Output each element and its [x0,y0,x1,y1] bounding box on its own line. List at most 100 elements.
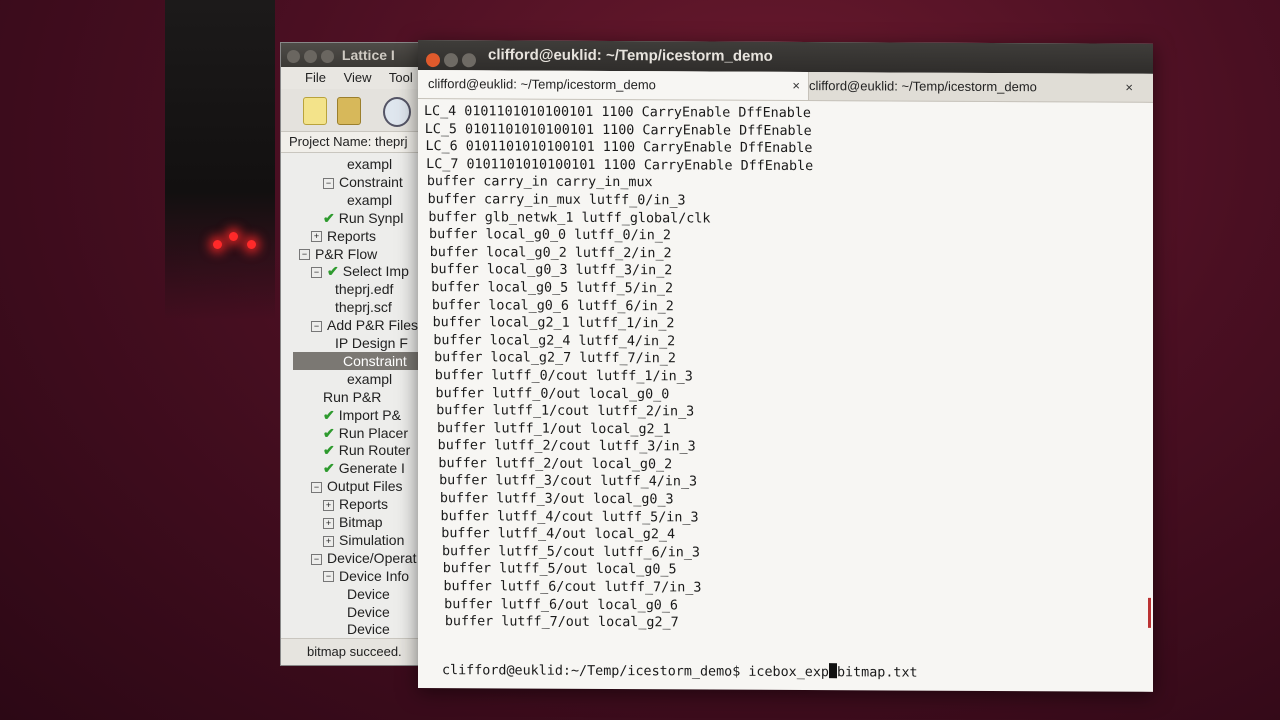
close-icon[interactable] [426,53,440,68]
tree-item-label: Simulation [339,531,405,548]
tree-item-label: Run Synpl [338,209,404,226]
terminal-line: buffer lutff_7/out local_g2_7 [444,614,679,631]
collapse-icon[interactable]: − [311,320,322,332]
tree-item[interactable]: ✔ Import P& [323,406,401,424]
terminal-titlebar: clifford@euklid: ~/Temp/icestorm_demo [418,40,1153,74]
tree-item-label: exampl [347,370,393,387]
terminal-tab-1[interactable]: clifford@euklid: ~/Temp/icestorm_demo × [418,70,809,101]
tree-item[interactable]: + Simulation [323,531,404,549]
tree-item[interactable]: ✔ Run Router [323,441,410,459]
menu-file[interactable]: File [305,70,326,85]
expand-icon[interactable]: + [323,517,334,529]
tree-item-label: Import P& [338,406,401,423]
tree-item[interactable]: − Constraint [323,173,403,191]
tree-item-label: Device [347,603,390,620]
tree-item[interactable]: + Reports [311,227,376,245]
tree-item[interactable]: Run P&R [323,388,381,406]
tree-item-label: Output Files [327,478,403,495]
checkmark-icon: ✔ [323,406,335,423]
tree-item[interactable]: − Device Info [323,567,409,585]
tree-item-label: Run Router [338,442,411,459]
tree-item-label: Generate I [338,460,405,477]
tree-item[interactable]: exampl [347,370,392,388]
collapse-icon[interactable]: − [323,177,334,189]
terminal-tab-2[interactable]: clifford@euklid: ~/Temp/icestorm_demo × [799,72,1141,102]
collapse-icon[interactable]: − [323,571,334,583]
tree-item-label: theprj.scf [335,299,392,316]
checkmark-icon: ✔ [323,209,335,226]
led-icon [213,240,222,249]
tree-item-label: Constraint [339,173,403,190]
terminal-prompt-line[interactable]: clifford@euklid:~/Temp/icestorm_demo$ ic… [442,661,918,680]
tree-item-label: Reports [339,496,389,513]
collapse-icon[interactable]: − [311,481,322,493]
tree-item[interactable]: IP Design F [335,334,408,352]
tree-item-label: Device Info [339,567,410,584]
expand-icon[interactable]: + [323,535,334,547]
new-file-icon[interactable] [303,97,327,125]
command-text-rest: bitmap.txt [836,665,918,681]
tree-item-label: P&R Flow [315,245,378,262]
collapse-icon[interactable]: − [311,267,322,279]
tree-item-label: Constraint [343,352,407,369]
tab-label: clifford@euklid: ~/Temp/icestorm_demo [428,76,656,93]
open-folder-icon[interactable] [337,97,361,125]
tree-item-label: exampl [347,156,393,172]
menu-view[interactable]: View [344,70,372,85]
clock-icon[interactable] [383,97,411,127]
tree-item[interactable]: Device [347,603,390,621]
terminal-window: clifford@euklid: ~/Temp/icestorm_demo cl… [418,40,1153,692]
tree-item[interactable]: theprj.scf [335,298,392,316]
tree-item[interactable]: Device [347,620,390,638]
checkmark-icon: ✔ [323,442,335,459]
checkmark-icon: ✔ [327,263,339,280]
tree-item-label: Run P&R [323,388,382,405]
tree-item[interactable]: exampl [347,155,392,173]
maximize-icon[interactable] [462,53,476,68]
expand-icon[interactable]: + [323,499,334,511]
tree-item-label: Run Placer [338,424,408,441]
tree-item[interactable]: theprj.edf [335,280,393,298]
led-icon [247,240,256,249]
menu-tool[interactable]: Tool [389,70,413,85]
minimize-icon[interactable] [304,49,317,63]
tab-label: clifford@euklid: ~/Temp/icestorm_demo [809,78,1037,95]
tree-item[interactable]: − Add P&R Files [311,316,418,334]
tree-item-label: Device [347,585,390,602]
tree-item[interactable]: exampl [347,191,392,209]
tree-item[interactable]: ✔ Generate I [323,459,405,477]
tree-item-label: Device [347,621,390,638]
tree-item-label: IP Design F [335,335,408,351]
prompt: clifford@euklid:~/Temp/icestorm_demo$ [442,663,749,680]
tree-item[interactable]: − ✔ Select Imp [311,262,409,280]
terminal-tabs: clifford@euklid: ~/Temp/icestorm_demo × … [418,70,1153,103]
tree-item-label: Device/Operat [327,549,417,566]
terminal-title: clifford@euklid: ~/Temp/icestorm_demo [488,46,773,65]
fpga-board [165,0,275,320]
tree-item-label: exampl [347,191,393,208]
text-cursor [828,663,837,679]
tree-item-label: Select Imp [342,263,409,280]
tree-item[interactable]: ✔ Run Synpl [323,209,403,227]
tree-item-label: Add P&R Files [327,317,419,334]
tree-item[interactable]: ✔ Run Placer [323,424,408,442]
tree-item[interactable]: − P&R Flow [299,245,377,263]
collapse-icon[interactable]: − [311,553,322,565]
terminal-output[interactable]: LC_4 0101101010100101 1100 CarryEnable D… [418,99,1153,639]
collapse-icon[interactable]: − [299,249,310,261]
tree-item[interactable]: − Output Files [311,477,402,495]
ide-title: Lattice I [341,47,395,63]
tree-item-label: Bitmap [339,514,383,530]
expand-icon[interactable]: + [311,231,322,243]
close-tab-icon[interactable]: × [1125,74,1133,102]
checkmark-icon: ✔ [323,460,335,477]
minimize-icon[interactable] [444,53,458,68]
tree-item[interactable]: + Reports [323,495,388,513]
tree-item[interactable]: Device [347,585,390,603]
close-icon[interactable] [287,49,300,63]
tree-item[interactable]: − Device/Operat [311,549,416,567]
led-icon [229,232,238,241]
scrollbar[interactable] [1148,597,1151,628]
maximize-icon[interactable] [321,49,334,63]
tree-item[interactable]: + Bitmap [323,513,383,531]
